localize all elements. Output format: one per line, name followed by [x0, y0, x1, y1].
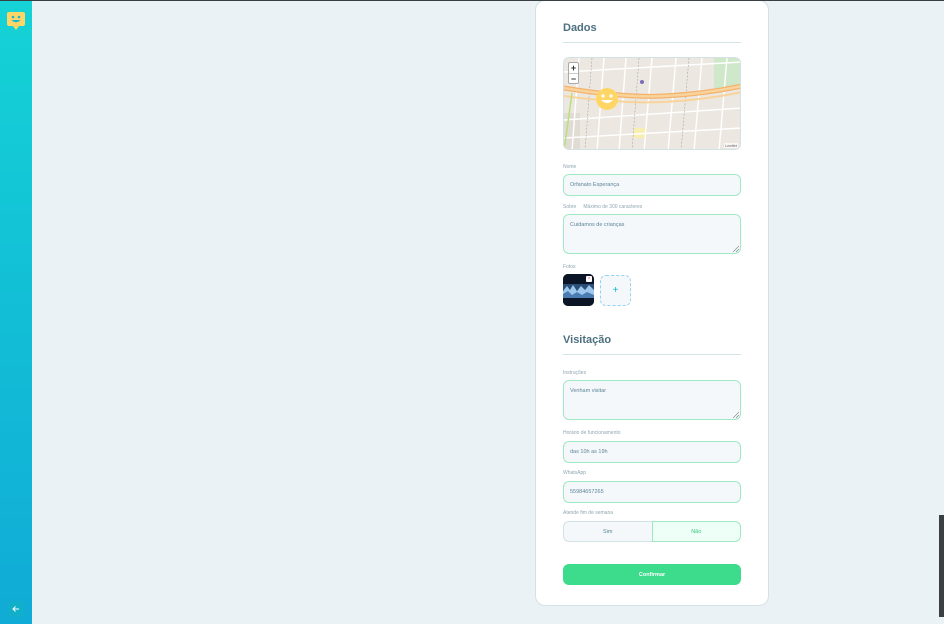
- map-tiles: [564, 58, 740, 149]
- remove-photo-button[interactable]: ×: [586, 276, 592, 282]
- section-title-visitation: Visitação: [563, 334, 741, 355]
- instructions-textarea[interactable]: Venham visitar: [563, 380, 741, 420]
- map-attribution[interactable]: Leaflet: [723, 143, 738, 148]
- section-title-data: Dados: [563, 22, 741, 43]
- arrow-left-icon: [12, 606, 19, 612]
- resize-handle-icon[interactable]: [733, 412, 739, 418]
- about-label-text: Sobre: [563, 204, 577, 210]
- add-photo-button[interactable]: +: [600, 275, 631, 306]
- create-orphanage-form: Dados + − Leaflet Nome Orfanato Esperanç…: [535, 0, 769, 606]
- instructions-label: Instruções: [563, 370, 587, 376]
- instructions-value: Venham visitar: [570, 388, 607, 394]
- happy-face-logo-icon: [7, 12, 25, 30]
- photos-label: Fotos: [563, 264, 576, 270]
- name-label: Nome: [563, 164, 577, 170]
- confirm-button[interactable]: Confirmar: [563, 564, 741, 585]
- scrollbar-thumb[interactable]: [939, 515, 944, 617]
- opening-hours-input[interactable]: das 10h as 19h: [563, 441, 741, 463]
- location-map[interactable]: + − Leaflet: [563, 57, 741, 150]
- weekends-toggle: Sim Não: [563, 521, 741, 542]
- about-textarea[interactable]: Cuidamos de crianças: [563, 214, 741, 254]
- name-input[interactable]: Orfanato Esperança: [563, 174, 741, 196]
- map-marker-icon[interactable]: [595, 87, 619, 113]
- weekends-no-button[interactable]: Não: [651, 521, 741, 542]
- map-zoom-control: + −: [568, 62, 579, 84]
- photo-thumbnail: ×: [563, 274, 594, 306]
- about-label: Sobre Máximo de 300 caracteres: [563, 204, 642, 210]
- whatsapp-label: WhatsApp: [563, 470, 587, 476]
- window-top-border: [0, 0, 944, 1]
- resize-handle-icon[interactable]: [733, 246, 739, 252]
- about-hint: Máximo de 300 caracteres: [583, 204, 643, 210]
- zoom-out-button[interactable]: −: [569, 73, 578, 84]
- weekends-yes-button[interactable]: Sim: [563, 521, 652, 542]
- zoom-in-button[interactable]: +: [569, 63, 578, 73]
- opening-hours-label: Horário de funcionamento: [563, 430, 621, 436]
- weekends-label: Atende fim de semana: [563, 510, 614, 516]
- back-button[interactable]: [8, 601, 24, 617]
- about-value: Cuidamos de crianças: [570, 222, 625, 228]
- sidebar: [0, 0, 32, 624]
- whatsapp-input[interactable]: 55984657265: [563, 481, 741, 503]
